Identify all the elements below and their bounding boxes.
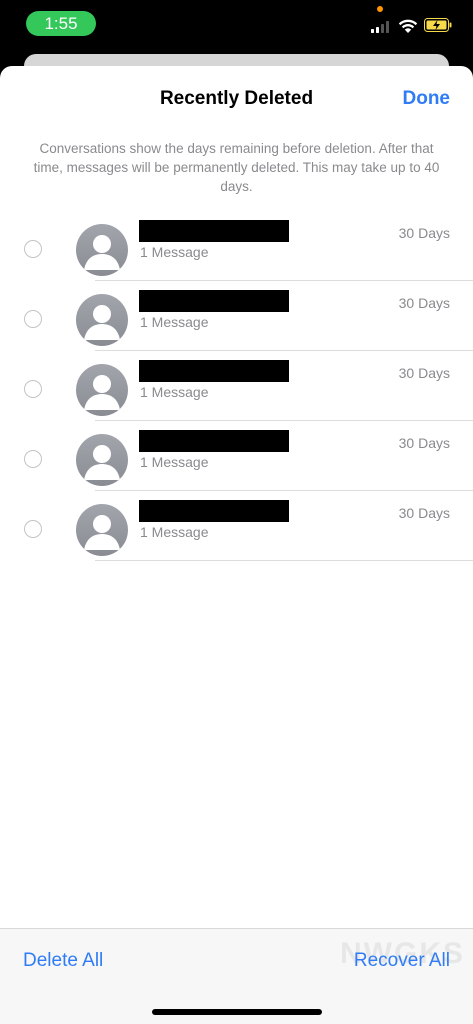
privacy-indicator-dot [377,6,383,12]
avatar [76,224,128,276]
status-bar: 1:55 [0,0,473,50]
avatar [76,364,128,416]
row-divider [95,560,473,561]
redacted-contact-name [139,290,289,312]
avatar [76,504,128,556]
days-remaining: 30 Days [398,435,450,451]
days-remaining: 30 Days [398,505,450,521]
select-checkbox[interactable] [24,310,42,328]
days-remaining: 30 Days [398,225,450,241]
message-count: 1 Message [140,314,209,330]
person-silhouette-icon [84,305,120,340]
conversation-row[interactable]: 1 Message 30 Days [0,351,473,421]
recover-all-button[interactable]: Recover All [354,950,450,972]
avatar [76,434,128,486]
conversation-row[interactable]: 1 Message 30 Days [0,281,473,351]
wifi-icon [398,19,418,33]
conversation-row[interactable]: 1 Message 30 Days [0,211,473,281]
status-time[interactable]: 1:55 [26,11,96,36]
person-silhouette-icon [84,375,120,410]
info-description: Conversations show the days remaining be… [33,141,440,194]
conversation-row[interactable]: 1 Message 30 Days [0,491,473,561]
days-remaining: 30 Days [398,295,450,311]
days-remaining: 30 Days [398,365,450,381]
message-count: 1 Message [140,384,209,400]
select-checkbox[interactable] [24,450,42,468]
message-count: 1 Message [140,524,209,540]
person-silhouette-icon [84,515,120,550]
screen: 1:55 Recently Deleted Done Conversations… [0,0,473,1024]
done-button[interactable]: Done [403,88,451,110]
cellular-signal-icon [371,21,389,33]
delete-all-button[interactable]: Delete All [23,950,103,972]
redacted-contact-name [139,500,289,522]
avatar [76,294,128,346]
select-checkbox[interactable] [24,380,42,398]
message-count: 1 Message [140,454,209,470]
conversation-row[interactable]: 1 Message 30 Days [0,421,473,491]
home-indicator[interactable] [152,1009,322,1015]
person-silhouette-icon [84,235,120,270]
select-checkbox[interactable] [24,240,42,258]
battery-charging-icon [424,18,452,32]
redacted-contact-name [139,430,289,452]
redacted-contact-name [139,220,289,242]
message-count: 1 Message [140,244,209,260]
person-silhouette-icon [84,445,120,480]
select-checkbox[interactable] [24,520,42,538]
bottom-toolbar: Delete All NWGKS Recover All [0,928,473,1024]
conversation-list: 1 Message 30 Days 1 Message 30 Days 1 Me… [0,211,473,561]
redacted-contact-name [139,360,289,382]
recently-deleted-sheet: Recently Deleted Done Conversations show… [0,66,473,1024]
